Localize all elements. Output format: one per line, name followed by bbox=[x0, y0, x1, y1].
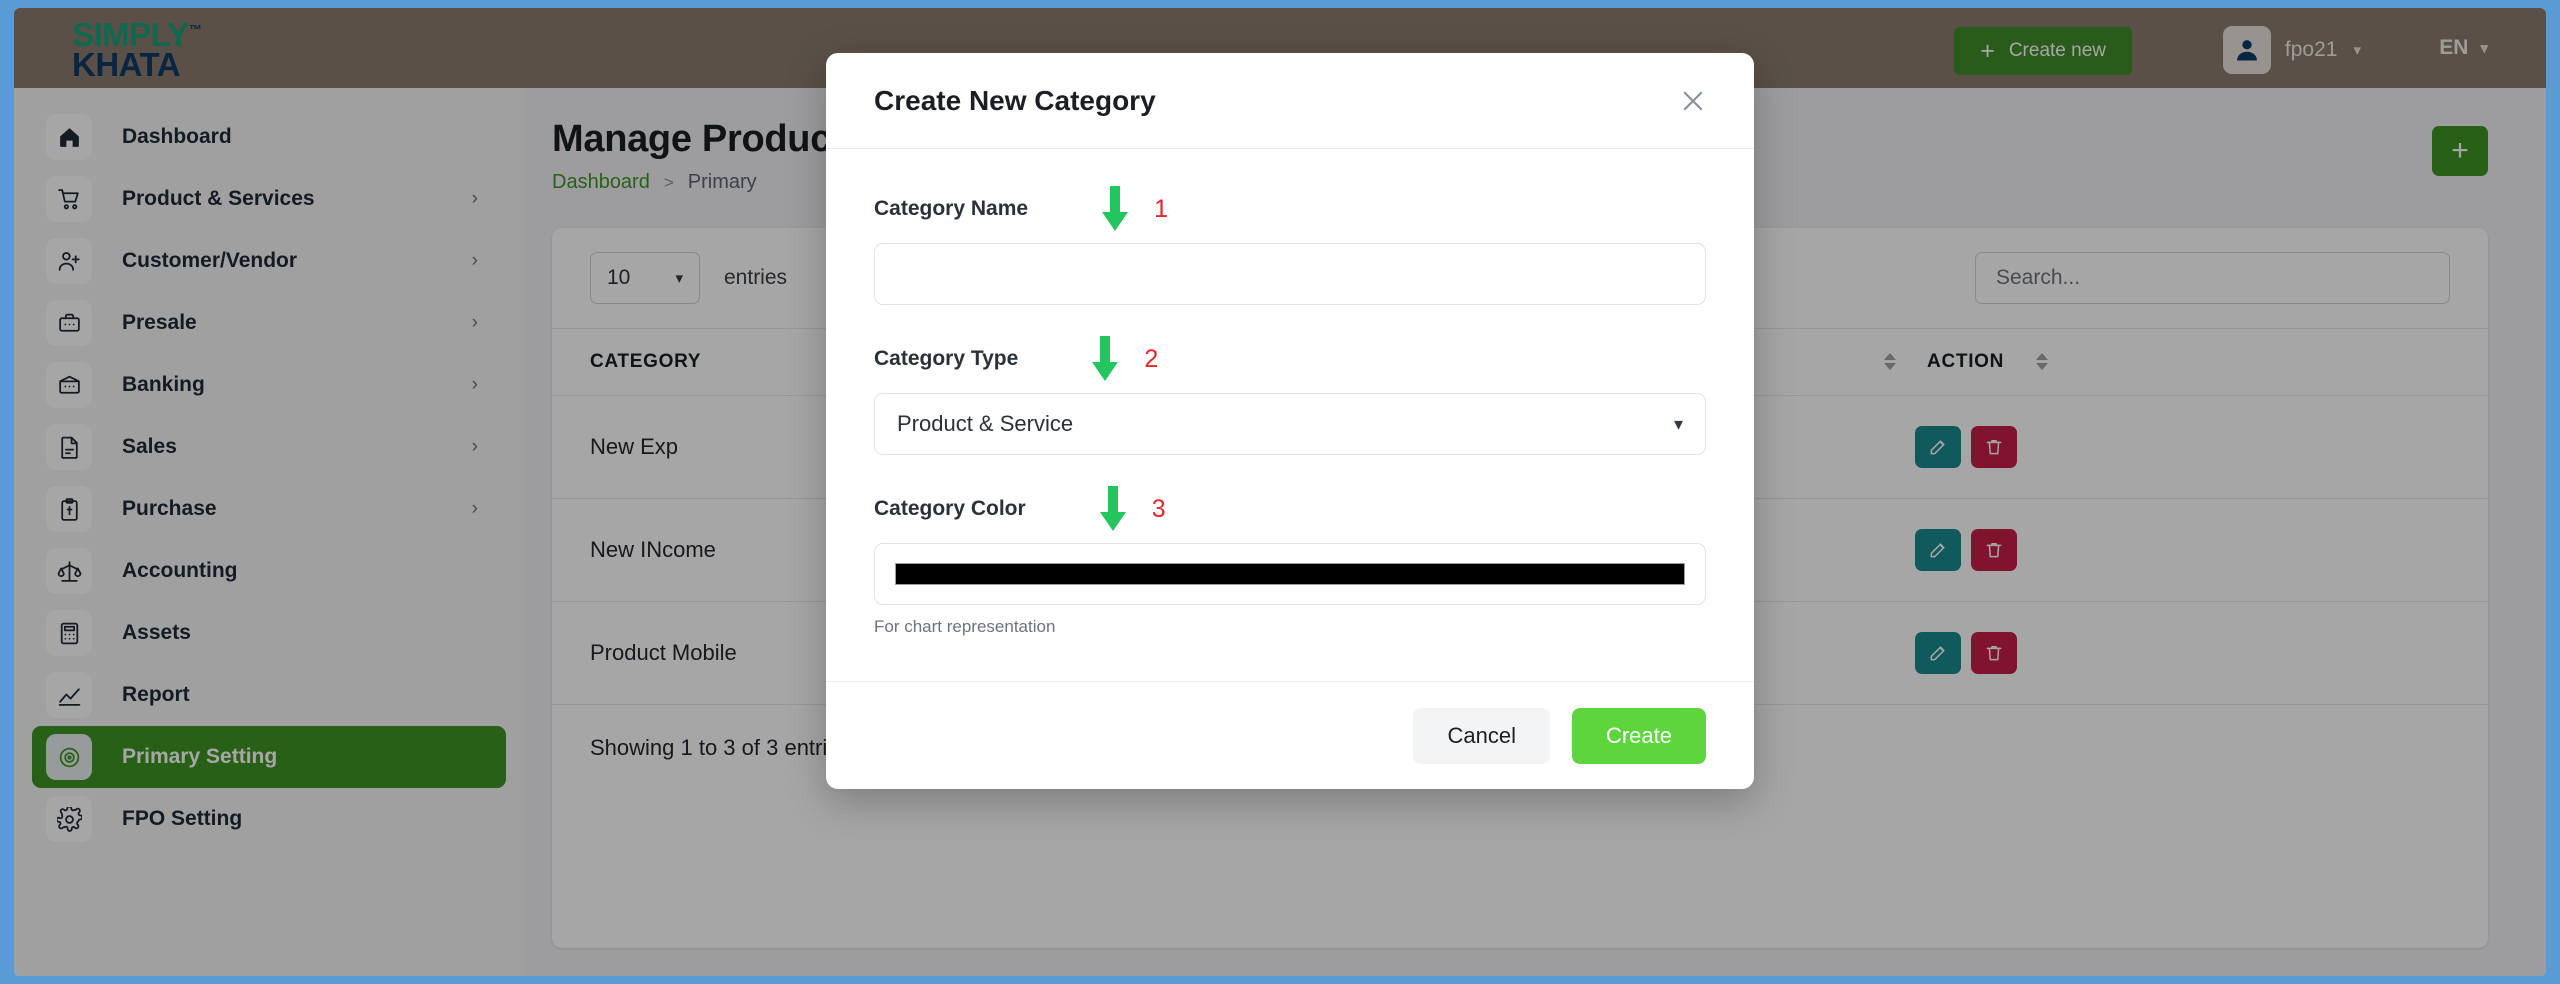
cancel-button[interactable]: Cancel bbox=[1413, 707, 1550, 764]
field-category-type: Category Type 2 Product & Service ▾ bbox=[874, 336, 1706, 455]
create-button[interactable]: Create bbox=[1571, 707, 1706, 764]
field-category-color: Category Color 3 For chart representatio… bbox=[874, 486, 1706, 637]
label-category-color-wrap: Category Color 3 bbox=[874, 486, 1706, 532]
annotation-number-3: 3 bbox=[1151, 494, 1166, 523]
modal-title: Create New Category bbox=[874, 84, 1156, 116]
modal-footer: Cancel Create bbox=[826, 681, 1754, 789]
label-category-color: Category Color bbox=[874, 497, 1026, 520]
modal-body: Category Name 1 Category Type 2 Product … bbox=[826, 149, 1754, 681]
modal-header: Create New Category bbox=[826, 53, 1754, 149]
field-category-name: Category Name 1 bbox=[874, 186, 1706, 305]
chevron-down-icon: ▾ bbox=[1673, 413, 1683, 434]
app-window: SIMPLY™ KHATA + Create new fpo21 ▾ EN ▾ … bbox=[14, 8, 2546, 976]
down-arrow-icon bbox=[1092, 336, 1119, 381]
down-arrow-icon bbox=[1099, 486, 1126, 531]
close-icon bbox=[1683, 91, 1703, 110]
label-category-name: Category Name bbox=[874, 197, 1029, 220]
color-swatch bbox=[895, 563, 1685, 585]
annotation-2: 2 bbox=[1088, 336, 1158, 382]
annotation-number-1: 1 bbox=[1154, 194, 1168, 223]
annotation-number-2: 2 bbox=[1144, 344, 1159, 373]
category-name-input[interactable] bbox=[874, 243, 1706, 305]
annotation-1: 1 bbox=[1098, 186, 1168, 232]
color-helper-text: For chart representation bbox=[874, 617, 1056, 636]
close-button[interactable] bbox=[1676, 85, 1710, 119]
label-category-type-wrap: Category Type 2 bbox=[874, 336, 1706, 382]
category-type-selected-value: Product & Service bbox=[897, 411, 1074, 436]
annotation-3: 3 bbox=[1096, 486, 1166, 532]
label-category-name-wrap: Category Name 1 bbox=[874, 186, 1706, 232]
category-color-picker[interactable] bbox=[874, 543, 1706, 605]
create-category-modal: Create New Category Category Name 1 Cate… bbox=[826, 53, 1754, 789]
category-type-select[interactable]: Product & Service ▾ bbox=[874, 393, 1706, 455]
label-category-type: Category Type bbox=[874, 347, 1019, 370]
down-arrow-icon bbox=[1102, 186, 1129, 231]
